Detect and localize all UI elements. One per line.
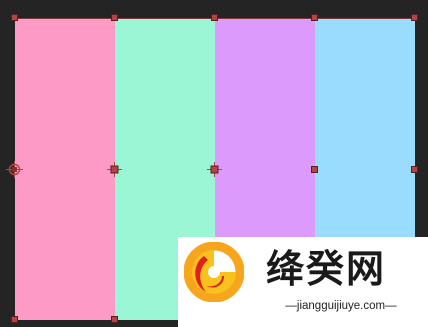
resize-handle-bottom[interactable] (111, 316, 118, 323)
resize-handle-middle[interactable] (311, 166, 318, 173)
resize-handle-top-right[interactable] (411, 14, 418, 21)
resize-handle-top[interactable] (311, 14, 318, 21)
resize-handle-top[interactable] (211, 14, 218, 21)
crosshair-anchor-icon[interactable] (6, 161, 23, 178)
pink-rectangle-shape[interactable] (15, 18, 115, 320)
crosshair-anchor-icon[interactable] (206, 161, 223, 178)
resize-handle-top[interactable] (111, 14, 118, 21)
watermark-title: 绛癸网 (266, 247, 387, 291)
resize-handle-right[interactable] (411, 166, 418, 173)
resize-handle-bottom-left[interactable] (11, 316, 18, 323)
watermark-overlay: 绛癸网 —jiangguijiuye.com— (178, 237, 428, 327)
watermark-url: —jiangguijiuye.com— (285, 300, 397, 312)
crosshair-anchor-icon[interactable] (106, 161, 123, 178)
resize-handle-top-left[interactable] (11, 14, 18, 21)
design-canvas[interactable]: 绛癸网 —jiangguijiuye.com— (0, 0, 428, 327)
watermark-logo-icon (183, 241, 245, 303)
